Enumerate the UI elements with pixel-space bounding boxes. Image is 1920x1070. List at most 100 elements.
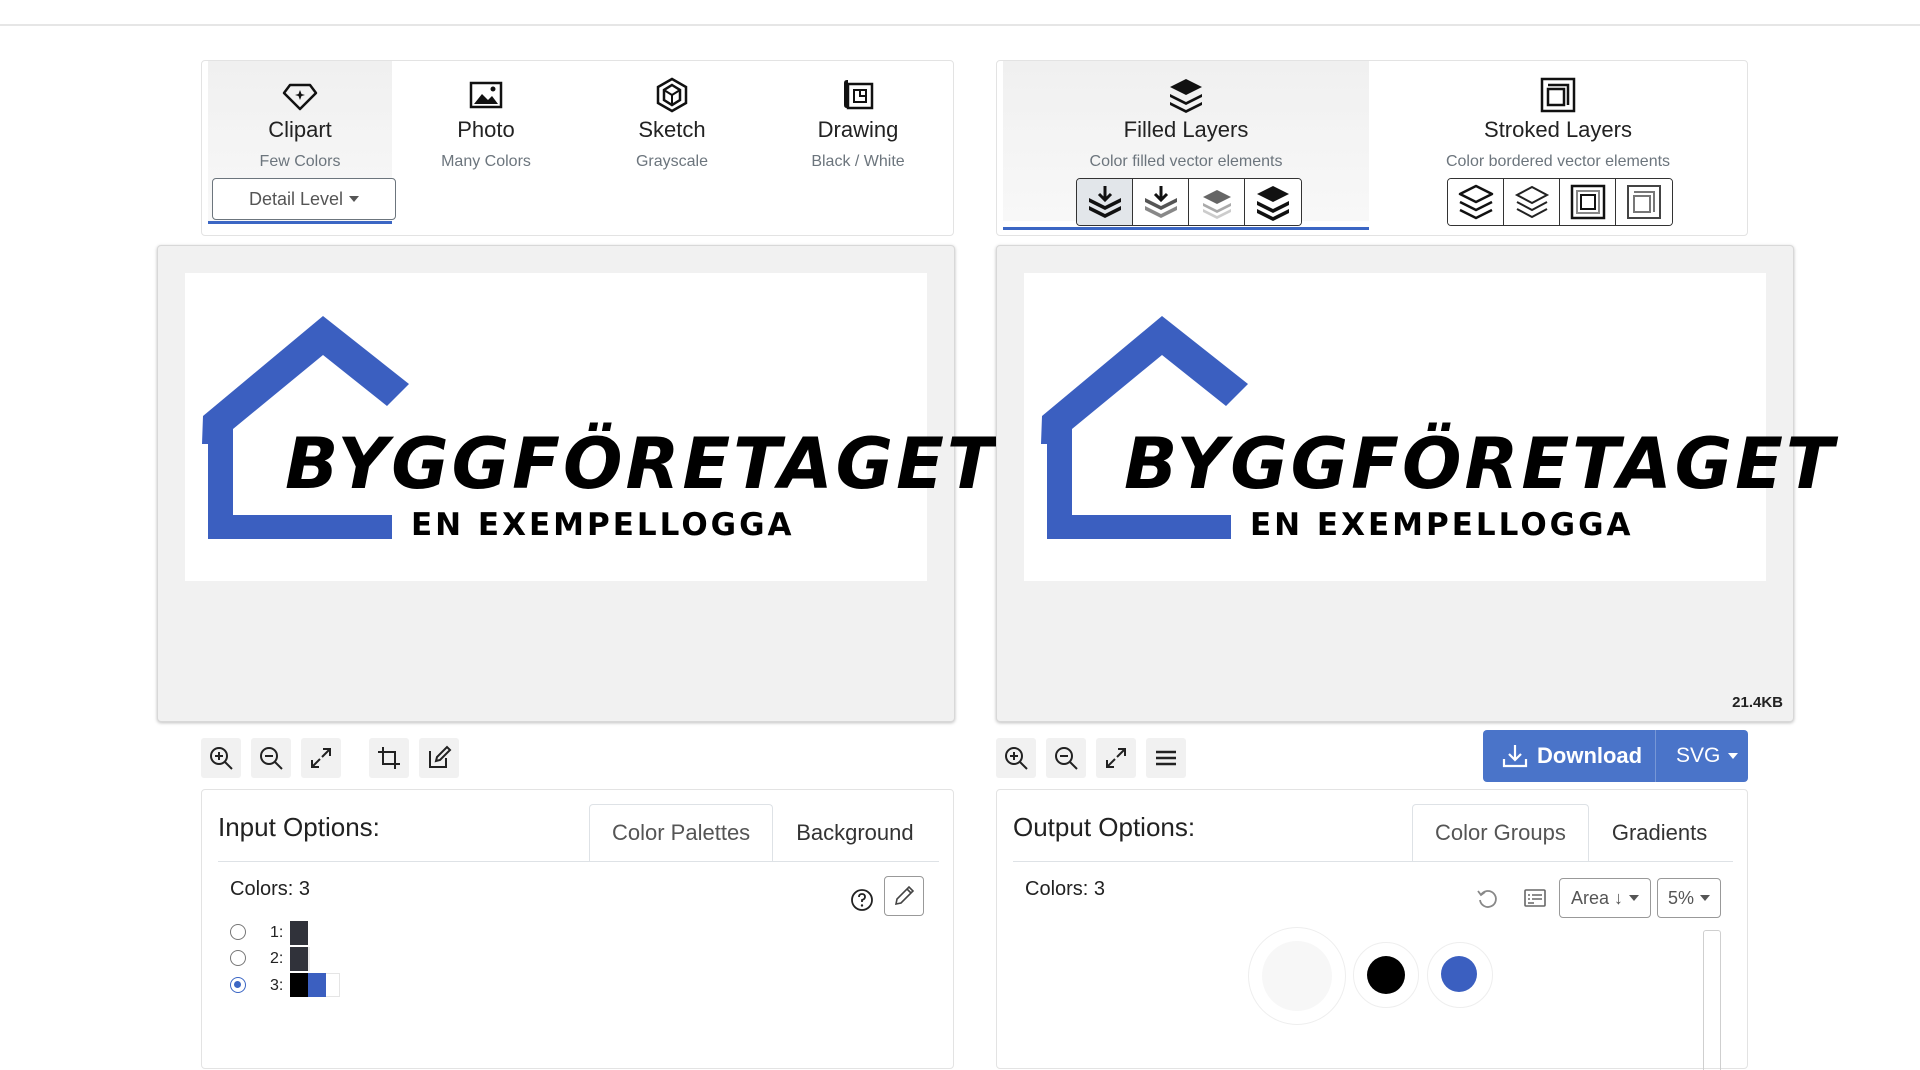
stroked-layers-thin-button[interactable] bbox=[1504, 179, 1560, 225]
detail-level-dropdown[interactable]: Detail Level bbox=[212, 178, 396, 220]
color-group-swatch[interactable] bbox=[1441, 956, 1477, 992]
tab-background[interactable]: Background bbox=[773, 804, 936, 862]
active-mode-underline bbox=[208, 221, 392, 224]
stroked-squares-light-button[interactable] bbox=[1616, 179, 1672, 225]
palette-index: 2: bbox=[270, 950, 284, 967]
palette-swatch bbox=[308, 947, 310, 971]
mode-photo[interactable]: Photo Many Colors bbox=[394, 61, 578, 221]
output-preview[interactable]: BYGGFÖRETAGET EN EXEMPELLOGGA 21.4KB bbox=[996, 245, 1834, 722]
layer-stack-light-button[interactable] bbox=[1189, 179, 1245, 225]
zoom-out-button[interactable] bbox=[251, 738, 291, 778]
list-card-icon bbox=[1524, 889, 1546, 907]
output-colors-count: Colors: 3 bbox=[1025, 878, 1106, 900]
layers-gray-icon bbox=[1144, 186, 1177, 218]
download-button-group: Download SVG bbox=[1483, 730, 1748, 782]
diamond-icon bbox=[280, 75, 320, 115]
tab-gradients[interactable]: Gradients bbox=[1589, 804, 1730, 862]
logo-subtitle: EN EXEMPELLOGGA bbox=[1250, 507, 1634, 543]
hamburger-icon bbox=[1156, 750, 1176, 766]
crop-button[interactable] bbox=[369, 738, 409, 778]
question-circle-icon bbox=[851, 889, 873, 911]
layers-outline-thin-icon bbox=[1514, 185, 1549, 219]
logo-title: BYGGFÖRETAGET bbox=[285, 423, 998, 505]
stroked-layers-button[interactable] bbox=[1448, 179, 1504, 225]
palette-radio-3[interactable] bbox=[230, 977, 246, 993]
input-options-panel: Input Options: Color Palettes Background… bbox=[201, 789, 954, 1069]
squares-outline-light-icon bbox=[1627, 185, 1661, 219]
fit-screen-button[interactable] bbox=[1096, 738, 1136, 778]
zoom-in-icon bbox=[210, 747, 233, 770]
stroked-layer-style-group bbox=[1447, 178, 1673, 226]
input-colors-count: Colors: 3 bbox=[230, 878, 311, 900]
edit-palette-button[interactable] bbox=[884, 876, 924, 916]
threshold-dropdown[interactable]: 5% bbox=[1657, 878, 1721, 918]
squares-outline-icon bbox=[1570, 184, 1605, 220]
palette-swatch bbox=[308, 973, 326, 997]
palette-radio-1[interactable] bbox=[230, 924, 246, 940]
caret-down-icon bbox=[1700, 895, 1711, 901]
download-button[interactable]: Download bbox=[1483, 742, 1655, 770]
stroked-squares-button[interactable] bbox=[1560, 179, 1616, 225]
input-toolbar bbox=[201, 738, 459, 778]
color-groups-scrollbar[interactable] bbox=[1703, 930, 1721, 1070]
image-icon bbox=[466, 75, 506, 115]
input-preview[interactable]: BYGGFÖRETAGET EN EXEMPELLOGGA bbox=[157, 245, 995, 722]
undo-icon bbox=[1477, 890, 1497, 908]
mode-title: Photo bbox=[457, 117, 515, 142]
palette-swatch bbox=[290, 921, 308, 945]
help-button[interactable] bbox=[842, 880, 882, 920]
zoom-in-button[interactable] bbox=[996, 738, 1036, 778]
detail-level-label: Detail Level bbox=[248, 188, 344, 209]
mode-subtitle: Color filled vector elements bbox=[1089, 153, 1283, 170]
caret-down-icon bbox=[1629, 895, 1640, 901]
output-image-canvas: BYGGFÖRETAGET EN EXEMPELLOGGA bbox=[1024, 273, 1834, 581]
palette-swatch bbox=[290, 947, 308, 971]
threshold-label: 5% bbox=[1668, 887, 1695, 908]
format-label: SVG bbox=[1676, 744, 1721, 767]
layers-outline-icon bbox=[1458, 184, 1493, 220]
format-dropdown[interactable]: SVG bbox=[1655, 730, 1739, 782]
list-view-button[interactable] bbox=[1515, 878, 1555, 918]
zoom-out-button[interactable] bbox=[1046, 738, 1086, 778]
color-group-swatch[interactable] bbox=[1262, 941, 1332, 1011]
tab-color-palettes[interactable]: Color Palettes bbox=[589, 804, 774, 862]
mode-title: Clipart bbox=[268, 117, 332, 142]
mode-subtitle: Black / White bbox=[811, 153, 905, 170]
browser-top-bar bbox=[0, 0, 1920, 26]
palette-swatch bbox=[290, 973, 308, 997]
sort-label: Area ↓ bbox=[1570, 887, 1624, 908]
menu-button[interactable] bbox=[1146, 738, 1186, 778]
expand-icon bbox=[311, 748, 331, 768]
sort-dropdown[interactable]: Area ↓ bbox=[1559, 878, 1651, 918]
output-options-tabs: Color Groups Gradients bbox=[1412, 804, 1730, 862]
mode-subtitle: Color bordered vector elements bbox=[1445, 153, 1671, 170]
input-mode-card: Clipart Few Colors Detail Level Photo Ma… bbox=[201, 60, 954, 236]
active-mode-underline bbox=[1003, 227, 1369, 230]
palette-radio-2[interactable] bbox=[230, 950, 246, 966]
reset-button[interactable] bbox=[1467, 878, 1507, 918]
pencil-icon bbox=[894, 885, 915, 906]
filled-layer-style-group bbox=[1076, 178, 1302, 226]
fit-screen-button[interactable] bbox=[301, 738, 341, 778]
zoom-out-icon bbox=[260, 747, 283, 770]
mode-subtitle: Many Colors bbox=[441, 153, 531, 170]
layer-stack-download-button[interactable] bbox=[1077, 179, 1133, 225]
caret-down-icon bbox=[349, 196, 360, 202]
crop-icon bbox=[378, 747, 400, 769]
mode-drawing[interactable]: Drawing Black / White bbox=[766, 61, 950, 221]
mode-title: Drawing bbox=[817, 117, 899, 142]
layer-stack-gray-button[interactable] bbox=[1133, 179, 1189, 225]
palette-index: 3: bbox=[270, 977, 284, 994]
zoom-in-button[interactable] bbox=[201, 738, 241, 778]
layers-download-icon bbox=[1088, 186, 1121, 218]
palette-swatch bbox=[326, 973, 340, 997]
expand-icon bbox=[1106, 748, 1126, 768]
edit-button[interactable] bbox=[419, 738, 459, 778]
layer-stack-solid-button[interactable] bbox=[1245, 179, 1301, 225]
output-toolbar bbox=[996, 738, 1186, 778]
mode-sketch[interactable]: Sketch Grayscale bbox=[580, 61, 764, 221]
color-group-swatch[interactable] bbox=[1367, 956, 1405, 994]
mode-clipart[interactable]: Clipart Few Colors Detail Level bbox=[208, 61, 396, 221]
tab-color-groups[interactable]: Color Groups bbox=[1412, 804, 1589, 862]
